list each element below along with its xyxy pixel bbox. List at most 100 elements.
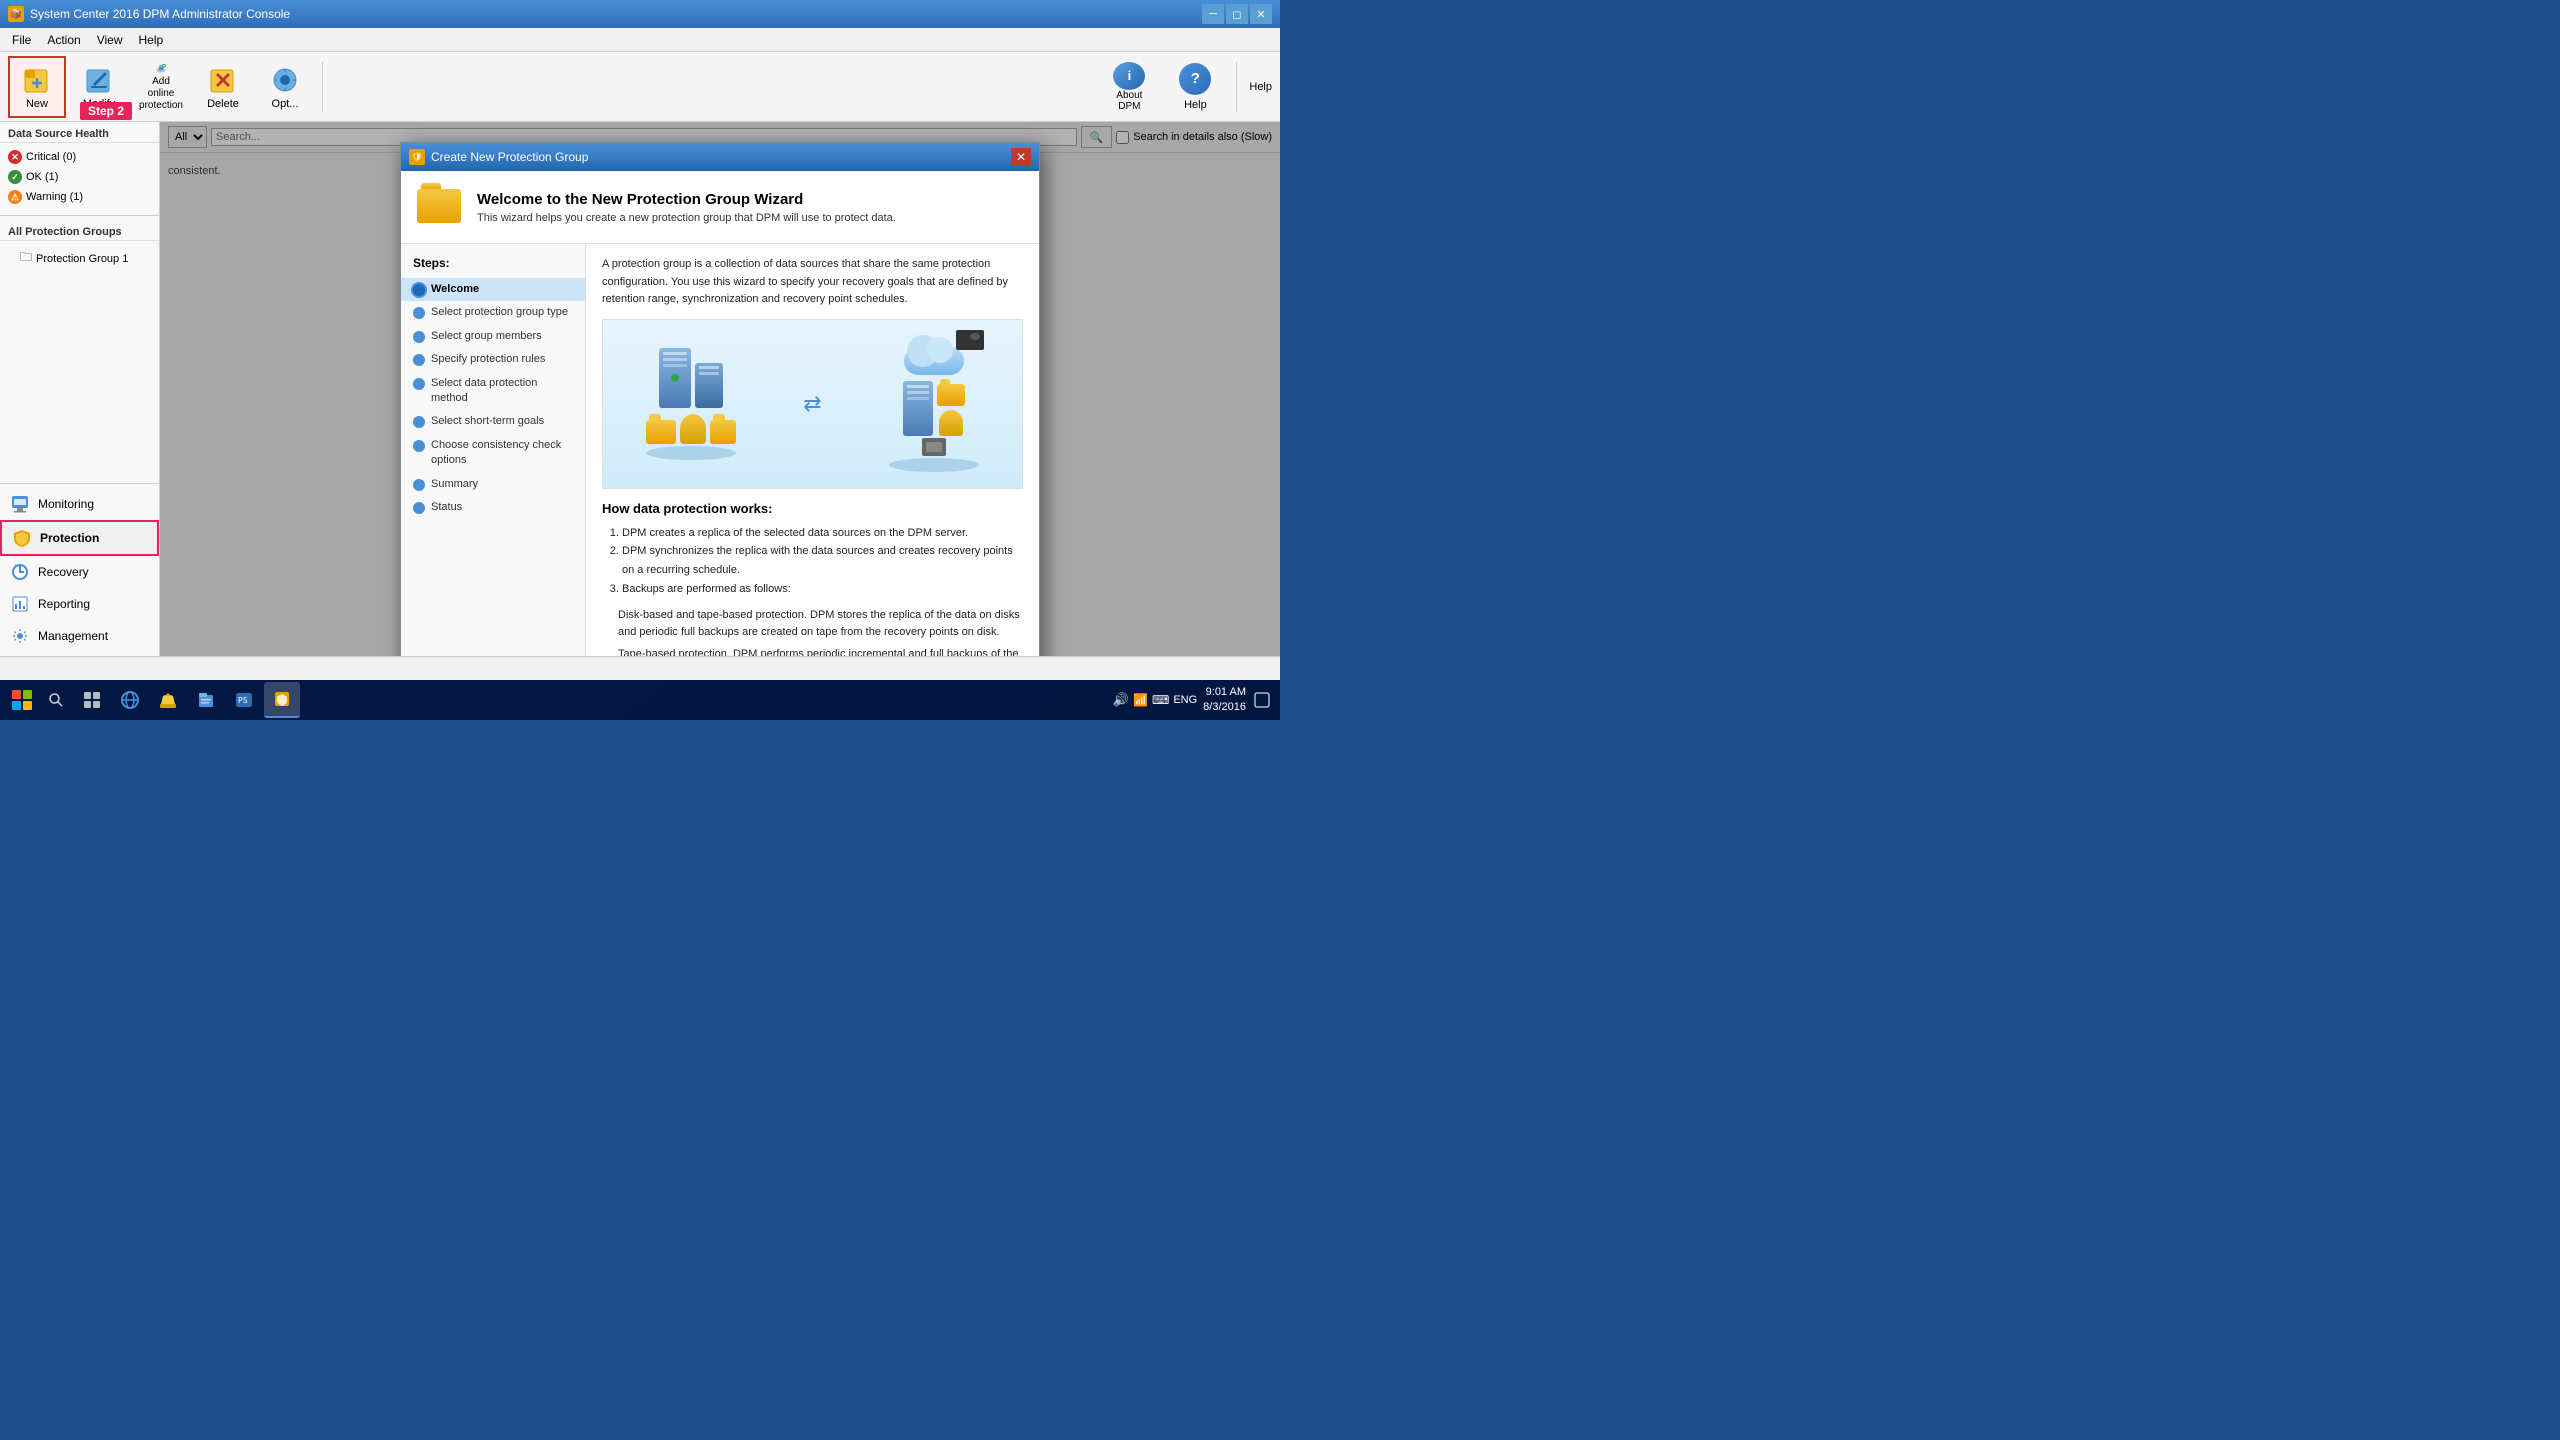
step-protection-group-type-label: Select protection group type bbox=[431, 305, 568, 320]
delete-icon bbox=[207, 64, 239, 96]
protection-nav-icon bbox=[12, 528, 32, 548]
menu-action[interactable]: Action bbox=[39, 31, 88, 49]
step-3-bullet bbox=[413, 331, 425, 343]
step-summary[interactable]: Summary bbox=[401, 473, 585, 496]
nav-monitoring[interactable]: Monitoring bbox=[0, 488, 159, 520]
step-protection-group-type[interactable]: Select protection group type bbox=[401, 301, 585, 324]
step-7-bullet bbox=[413, 440, 425, 452]
folder-icon: 🗀 bbox=[20, 248, 32, 269]
nav-monitoring-label: Monitoring bbox=[38, 497, 94, 511]
minimize-button[interactable]: ─ bbox=[1202, 4, 1224, 24]
create-protection-group-dialog: 🛡 Create New Protection Group ✕ bbox=[400, 142, 1040, 656]
critical-label: Critical (0) bbox=[26, 151, 76, 163]
add-online-protection-button[interactable]: Add onlineprotection bbox=[132, 56, 190, 118]
modal-body: Steps: Welcome Select protection group t… bbox=[401, 244, 1039, 656]
help-section-label: Help bbox=[1249, 81, 1272, 93]
svg-text:PS: PS bbox=[238, 696, 248, 705]
network-icon[interactable]: 📶 bbox=[1133, 693, 1148, 707]
taskbar-search-icon[interactable] bbox=[42, 686, 70, 714]
sidebar-item-critical[interactable]: ✕ Critical (0) bbox=[0, 147, 159, 167]
step-status[interactable]: Status bbox=[401, 496, 585, 519]
nav-protection[interactable]: Protection bbox=[0, 520, 159, 556]
taskbar-views-icon[interactable] bbox=[74, 682, 110, 718]
optimize-button[interactable]: Opt... bbox=[256, 56, 314, 118]
warning-icon: ⚠ bbox=[8, 190, 22, 204]
taskbar-ie-icon[interactable] bbox=[112, 682, 148, 718]
content-title: How data protection works: bbox=[602, 501, 1023, 516]
nav-management[interactable]: Management bbox=[0, 620, 159, 652]
about-icon: i bbox=[1113, 62, 1145, 90]
status-bar bbox=[0, 656, 1280, 680]
modal-overlay: 🛡 Create New Protection Group ✕ bbox=[160, 122, 1280, 656]
sidebar-item-warning[interactable]: ⚠ Warning (1) bbox=[0, 187, 159, 207]
nav-protection-label: Protection bbox=[40, 531, 99, 545]
notification-icon[interactable] bbox=[1252, 690, 1272, 710]
arrow-right-icon: ⇄ bbox=[803, 391, 821, 417]
close-button[interactable]: ✕ bbox=[1250, 4, 1272, 24]
menu-help[interactable]: Help bbox=[131, 31, 172, 49]
delete-button[interactable]: Delete bbox=[194, 56, 252, 118]
protection-illustration: ⇄ bbox=[602, 319, 1023, 489]
modal-title-icon: 🛡 bbox=[409, 149, 425, 165]
sidebar-item-ok[interactable]: ✓ OK (1) bbox=[0, 167, 159, 187]
step-consistency-check[interactable]: Choose consistency check options bbox=[401, 434, 585, 473]
windows-logo bbox=[12, 690, 32, 710]
sidebar: Data Source Health ✕ Critical (0) ✓ OK (… bbox=[0, 122, 160, 656]
step-welcome[interactable]: Welcome bbox=[401, 278, 585, 301]
modify-icon bbox=[83, 64, 115, 96]
step-2-bullet bbox=[413, 307, 425, 319]
all-protection-groups-title: All Protection Groups bbox=[0, 220, 159, 241]
step-6-bullet bbox=[413, 416, 425, 428]
sidebar-item-protection-group-1[interactable]: 🗀 Protection Group 1 bbox=[0, 245, 159, 272]
add-online-protection-icon bbox=[145, 62, 177, 74]
modal-header-icon bbox=[417, 183, 465, 231]
taskbar-clock[interactable]: 9:01 AM 8/3/2016 bbox=[1203, 685, 1246, 716]
nav-management-label: Management bbox=[38, 629, 108, 643]
new-button[interactable]: New bbox=[8, 56, 66, 118]
content-intro: A protection group is a collection of da… bbox=[602, 256, 1023, 309]
about-button[interactable]: i AboutDPM bbox=[1100, 56, 1158, 118]
backup-type-1: Disk-based and tape-based protection. DP… bbox=[602, 607, 1023, 642]
step-group-members[interactable]: Select group members bbox=[401, 325, 585, 348]
modal-header-title: Welcome to the New Protection Group Wiza… bbox=[477, 191, 896, 208]
step-short-term-goals[interactable]: Select short-term goals bbox=[401, 410, 585, 433]
modal-header: Welcome to the New Protection Group Wiza… bbox=[401, 171, 1039, 244]
step-protection-rules[interactable]: Specify protection rules bbox=[401, 348, 585, 371]
step-group-members-label: Select group members bbox=[431, 329, 542, 344]
taskbar-files-icon[interactable] bbox=[188, 682, 224, 718]
monitoring-icon bbox=[10, 494, 30, 514]
about-label: AboutDPM bbox=[1116, 90, 1142, 112]
volume-icon[interactable]: 🔊 bbox=[1113, 692, 1129, 708]
menu-view[interactable]: View bbox=[89, 31, 131, 49]
step-9-bullet bbox=[413, 502, 425, 514]
lang-label: ENG bbox=[1173, 694, 1197, 706]
keyboard-icon[interactable]: ⌨ bbox=[1152, 693, 1169, 707]
step-welcome-label: Welcome bbox=[431, 282, 479, 297]
backup-type-2: Tape-based protection. DPM performs peri… bbox=[602, 646, 1023, 656]
restore-button[interactable]: ◻ bbox=[1226, 4, 1248, 24]
taskbar-dpm-icon[interactable] bbox=[264, 682, 300, 718]
optimize-icon bbox=[269, 64, 301, 96]
start-button[interactable] bbox=[4, 682, 40, 718]
toolbar-separator-2 bbox=[1236, 62, 1237, 112]
modal-title-bar: 🛡 Create New Protection Group ✕ bbox=[401, 143, 1039, 171]
taskbar-powershell-icon[interactable]: PS bbox=[226, 682, 262, 718]
content-section: How data protection works: DPM creates a… bbox=[602, 501, 1023, 656]
content-list: DPM creates a replica of the selected da… bbox=[602, 524, 1023, 599]
sidebar-divider bbox=[0, 215, 159, 216]
step-4-bullet bbox=[413, 354, 425, 366]
taskbar-explorer-icon[interactable] bbox=[150, 682, 186, 718]
help-icon: ? bbox=[1179, 63, 1211, 95]
step-data-protection-method[interactable]: Select data protection method bbox=[401, 372, 585, 411]
ok-label: OK (1) bbox=[26, 171, 58, 183]
nav-recovery[interactable]: Recovery bbox=[0, 556, 159, 588]
nav-reporting[interactable]: Reporting bbox=[0, 588, 159, 620]
help-toolbar-button[interactable]: ? Help bbox=[1166, 56, 1224, 118]
step2-badge: Step 2 bbox=[80, 102, 132, 120]
nav-buttons: Monitoring Protection Recovery bbox=[0, 483, 159, 656]
menu-file[interactable]: File bbox=[4, 31, 39, 49]
step-consistency-check-label: Choose consistency check options bbox=[431, 438, 573, 469]
modal-close-button[interactable]: ✕ bbox=[1011, 148, 1031, 166]
recovery-icon bbox=[10, 562, 30, 582]
app-title: System Center 2016 DPM Administrator Con… bbox=[30, 7, 290, 21]
